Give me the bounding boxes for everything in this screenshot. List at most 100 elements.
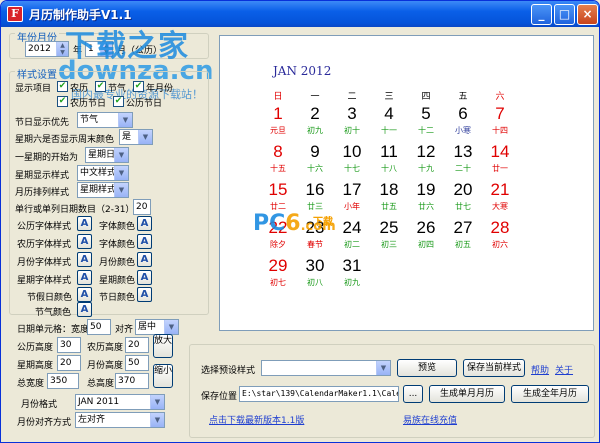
- about-link[interactable]: 关于: [555, 363, 573, 376]
- calendar-lunar-label: 廿一: [492, 164, 508, 173]
- generate-year-button[interactable]: 生成全年月历: [511, 385, 589, 403]
- month-font-label: 月份字体样式: [17, 258, 72, 268]
- calendar-lunar-label: 初八: [307, 278, 323, 287]
- sat-weekend-color-label: 星期六是否显示周末颜色: [15, 135, 115, 145]
- month-format-select[interactable]: JAN 2011 ▼: [75, 394, 165, 410]
- month-color-button[interactable]: A: [137, 252, 152, 267]
- month-arrange-label: 月历排列样式: [15, 188, 70, 198]
- festival-color-button[interactable]: A: [137, 287, 152, 302]
- gregorian-height-input[interactable]: 30: [57, 337, 81, 353]
- close-button[interactable]: ×: [577, 4, 598, 25]
- lunar-checkbox[interactable]: ✔: [57, 81, 68, 92]
- chevron-down-icon[interactable]: ▼: [114, 148, 128, 162]
- zoom-in-button[interactable]: 放大: [153, 334, 173, 358]
- chevron-down-icon[interactable]: ▼: [150, 395, 164, 409]
- month-color-label: 月份颜色: [99, 258, 136, 268]
- generate-month-button[interactable]: 生成单月月历: [429, 385, 505, 403]
- date-cell-label: 日期单元格：宽度: [17, 325, 90, 335]
- week-height-input[interactable]: 20: [57, 355, 81, 371]
- month-align-select[interactable]: 左对齐 ▼: [75, 412, 165, 428]
- year-month-checkbox[interactable]: ✔: [133, 81, 144, 92]
- browse-button[interactable]: ...: [403, 385, 423, 403]
- calendar-lunar-label: 元旦: [270, 126, 286, 135]
- align-value: 居中: [138, 322, 157, 332]
- chevron-down-icon[interactable]: ▼: [150, 413, 164, 427]
- gregorian-font-color-button[interactable]: A: [137, 216, 152, 231]
- lunar-font-color-button[interactable]: A: [137, 234, 152, 249]
- month-height-input[interactable]: 50: [125, 355, 149, 371]
- lunar-festival-checkbox[interactable]: ✔: [57, 96, 68, 107]
- gregorian-height-label: 公历高度: [17, 343, 54, 353]
- year-spinner[interactable]: 2012 ▲ ▼: [25, 41, 69, 57]
- calendar-lunar-label: 初六: [492, 240, 508, 249]
- gregorian-font-label: 公历字体样式: [17, 222, 72, 232]
- solar-term-color-label: 节气颜色: [35, 308, 72, 318]
- festival-color-label: 节日颜色: [99, 293, 136, 303]
- solar-term-color-button[interactable]: A: [77, 302, 92, 317]
- align-label: 对齐: [115, 325, 134, 335]
- total-height-input[interactable]: 370: [115, 373, 149, 389]
- preset-select[interactable]: ▼: [261, 360, 391, 376]
- month-font-button[interactable]: A: [77, 252, 92, 267]
- solar-term-checkbox-label: 节气: [108, 84, 127, 94]
- month-arrange-select[interactable]: 星期样式 ▼: [77, 182, 129, 198]
- weekday-header: 二: [347, 92, 357, 102]
- chevron-down-icon[interactable]: ▼: [164, 320, 178, 334]
- festival-priority-select[interactable]: 节气 ▼: [77, 112, 133, 128]
- lunar-height-input[interactable]: 20: [125, 337, 149, 353]
- cells-per-row-input[interactable]: 20: [133, 199, 151, 215]
- lunar-checkbox-label: 农历: [70, 84, 89, 94]
- calendar-day-number: 5: [421, 104, 431, 123]
- sat-weekend-color-select[interactable]: 是 ▼: [119, 129, 153, 145]
- calendar-lunar-label: 初九: [344, 278, 360, 287]
- calendar-day-number: 13: [453, 142, 473, 161]
- calendar-lunar-label: 除夕: [270, 240, 286, 249]
- calendar-day-number: 1: [273, 104, 283, 123]
- calendar-day-number: 21: [490, 180, 510, 199]
- calendar-lunar-label: 十九: [418, 164, 434, 173]
- gregorian-festival-checkbox[interactable]: ✔: [113, 96, 124, 107]
- lunar-font-button[interactable]: A: [77, 234, 92, 249]
- app-window: F 月历制作助手V1.1 _ □ × 年份月份 2012 ▲ ▼ 年 1 ▲ ▼ 月…: [0, 0, 600, 443]
- calendar-lunar-label: 初七: [270, 278, 286, 287]
- week-font-button[interactable]: A: [77, 270, 92, 285]
- watermark-pc6-pc: PC: [253, 211, 286, 236]
- week-start-select[interactable]: 星期日 ▼: [85, 147, 129, 163]
- chevron-down-icon[interactable]: ▼: [376, 361, 390, 375]
- month-format-value: JAN 2011: [78, 397, 120, 407]
- calendar-day-number: 8: [273, 142, 283, 161]
- calendar-lunar-label: 十二: [418, 126, 434, 135]
- year-value: 2012: [28, 44, 51, 54]
- maximize-button[interactable]: □: [554, 4, 575, 25]
- calendar-day-number: 18: [379, 180, 399, 199]
- week-height-label: 星期高度: [17, 361, 54, 371]
- solar-term-checkbox[interactable]: ✔: [95, 81, 106, 92]
- calendar-day-number: 20: [453, 180, 473, 199]
- total-width-input[interactable]: 350: [47, 373, 79, 389]
- download-latest-link[interactable]: 点击下载最新版本1.1版: [209, 413, 304, 426]
- calendar-day-number: 28: [490, 218, 510, 237]
- chevron-down-icon[interactable]: ▼: [118, 113, 132, 127]
- preview-button[interactable]: 预览: [397, 359, 457, 377]
- align-select[interactable]: 居中 ▼: [135, 319, 179, 335]
- calendar-lunar-label: 初四: [418, 240, 434, 249]
- minimize-button[interactable]: _: [531, 4, 552, 25]
- zoom-out-button[interactable]: 缩小: [153, 364, 173, 388]
- save-path-input[interactable]: E:\star\139\CalendarMaker1.1\Calen: [239, 386, 399, 402]
- calendar-day-number: 26: [416, 218, 436, 237]
- gregorian-font-color-label: 字体颜色: [99, 222, 136, 232]
- holiday-color-button[interactable]: A: [77, 287, 92, 302]
- total-height-label: 总高度: [87, 379, 115, 389]
- gregorian-font-button[interactable]: A: [77, 216, 92, 231]
- help-link[interactable]: 帮助: [531, 363, 549, 376]
- calendar-lunar-label: 廿五: [381, 202, 397, 211]
- online-recharge-link[interactable]: 易族在线充值: [403, 413, 457, 426]
- week-color-button[interactable]: A: [137, 270, 152, 285]
- date-cell-width-input[interactable]: 50: [87, 319, 111, 335]
- chevron-down-icon[interactable]: ▼: [138, 130, 152, 144]
- save-style-button[interactable]: 保存当前样式: [463, 359, 525, 377]
- week-display-select[interactable]: 中文样式 ▼: [77, 165, 129, 181]
- calendar-day-number: 16: [305, 180, 325, 199]
- chevron-down-icon[interactable]: ▼: [114, 166, 128, 180]
- chevron-down-icon[interactable]: ▼: [114, 183, 128, 197]
